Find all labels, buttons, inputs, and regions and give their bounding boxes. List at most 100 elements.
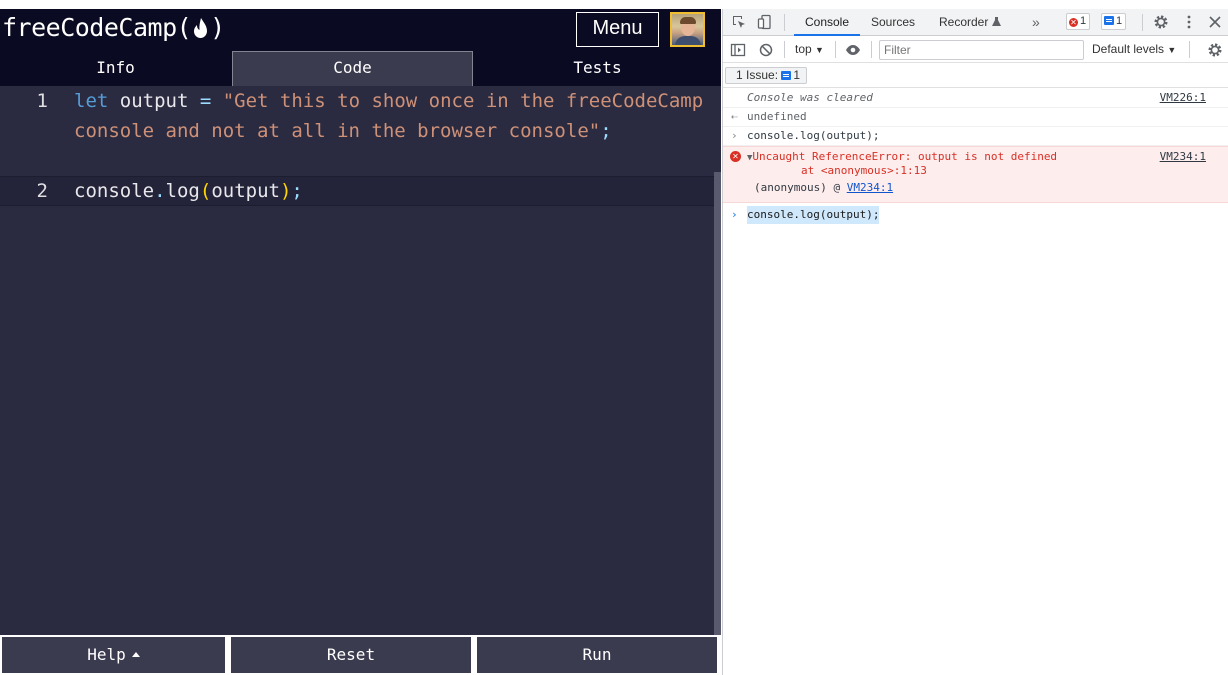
- devtools-toolbar: Console Sources Recorder » ✕ 1 1: [723, 9, 1228, 36]
- stack-frame: (anonymous) @ VM234:1: [754, 181, 893, 195]
- line-code[interactable]: let output = "Get this to show once in t…: [74, 87, 714, 146]
- stack-at: @: [833, 181, 841, 194]
- devtools-tab-recorder[interactable]: Recorder: [939, 9, 1002, 36]
- console-row-error[interactable]: ✕ ▼Uncaught ReferenceError: output is no…: [723, 146, 1228, 203]
- devtools-tab-console[interactable]: Console: [794, 9, 860, 36]
- gear-icon[interactable]: [1153, 14, 1169, 30]
- action-bar: Help Reset Run: [0, 635, 721, 675]
- line-number: 1: [36, 90, 48, 112]
- flask-icon: [992, 10, 1002, 36]
- console-prompt-text[interactable]: console.log(output);: [747, 206, 880, 224]
- code-line-2[interactable]: 2 console.log(output);: [0, 176, 715, 206]
- menu-button[interactable]: Menu: [576, 12, 659, 47]
- fcc-tabs: Info Code Tests: [0, 51, 721, 86]
- console-input-text: console.log(output);: [747, 129, 880, 142]
- code-object: console: [74, 180, 155, 202]
- console-row-input: › console.log(output);: [723, 127, 1228, 146]
- code-dot: .: [154, 180, 166, 202]
- recorder-label: Recorder: [939, 15, 989, 29]
- error-icon: ✕: [1069, 18, 1078, 27]
- tab-info[interactable]: Info: [0, 51, 231, 86]
- toolbar-separator: [1142, 14, 1143, 31]
- code-line-1[interactable]: 1 let output = "Get this to show once in…: [0, 87, 715, 176]
- issue-message-icon: [781, 71, 792, 80]
- tab-tests[interactable]: Tests: [474, 51, 721, 86]
- console-prompt[interactable]: › console.log(output);: [723, 206, 1228, 225]
- code-method: log: [165, 180, 200, 202]
- error-location: at <anonymous>:1:13: [801, 164, 927, 177]
- error-count-badge[interactable]: ✕ 1: [1066, 13, 1091, 30]
- help-label: Help: [87, 645, 126, 664]
- message-count: 1: [1116, 15, 1123, 27]
- console-result-text: undefined: [747, 110, 807, 123]
- reset-button[interactable]: Reset: [229, 635, 473, 675]
- result-arrow-icon: ⇠: [731, 110, 738, 123]
- eye-icon[interactable]: [845, 42, 861, 58]
- issues-bar: 1 Issue: 1: [723, 64, 1228, 88]
- toolbar-separator: [835, 41, 836, 58]
- fcc-logo[interactable]: freeCodeCamp(): [2, 13, 225, 45]
- log-levels-select[interactable]: Default levels ▼: [1092, 42, 1176, 56]
- code-argument: output: [211, 180, 280, 202]
- chevron-right-icon: ›: [731, 129, 738, 142]
- more-tabs-icon[interactable]: »: [1032, 9, 1040, 36]
- console-filter-bar: top ▼ Default levels ▼: [723, 37, 1228, 63]
- issues-count: 1: [793, 68, 801, 82]
- log-levels-label: Default levels: [1092, 42, 1165, 56]
- line-number: 2: [36, 180, 48, 202]
- stack-function: (anonymous): [754, 181, 827, 194]
- context-value: top: [795, 42, 812, 56]
- line-code[interactable]: console.log(output);: [74, 177, 714, 207]
- devtools-tab-sources[interactable]: Sources: [871, 9, 915, 36]
- avatar-hair: [680, 17, 696, 24]
- error-main-text: Uncaught ReferenceError: output is not d…: [752, 150, 1058, 163]
- issues-button[interactable]: 1 Issue: 1: [725, 67, 808, 84]
- console-filter-input[interactable]: [879, 40, 1084, 60]
- toolbar-separator: [784, 14, 785, 31]
- run-button[interactable]: Run: [475, 635, 719, 675]
- code-keyword: let: [74, 90, 109, 112]
- context-select[interactable]: top ▼: [795, 42, 824, 56]
- issues-label: 1 Issue:: [736, 68, 779, 82]
- console-cleared-text: Console was cleared: [747, 91, 873, 104]
- avatar[interactable]: [670, 12, 705, 47]
- caret-up-icon: [131, 652, 140, 657]
- sidebar-toggle-icon[interactable]: [730, 42, 746, 58]
- close-icon[interactable]: [1207, 14, 1223, 30]
- code-identifier: output: [108, 90, 200, 112]
- clear-console-icon[interactable]: [758, 42, 774, 58]
- error-message[interactable]: ▼Uncaught ReferenceError: output is not …: [747, 150, 1057, 165]
- stack-link[interactable]: VM234:1: [847, 181, 893, 194]
- fcc-app: freeCodeCamp() Menu Info Code Tests 1 le…: [0, 9, 721, 675]
- prompt-chevron-icon: ›: [731, 208, 738, 221]
- dropdown-arrow-icon: ▼: [815, 45, 824, 55]
- toolbar-separator: [1189, 41, 1190, 58]
- console-row-result: ⇠ undefined: [723, 108, 1228, 127]
- error-count: 1: [1080, 15, 1087, 27]
- code-semicolon: ;: [600, 119, 612, 142]
- editor-scrollbar[interactable]: [714, 172, 721, 644]
- tab-code[interactable]: Code: [232, 51, 473, 86]
- code-paren-close: ): [279, 180, 292, 202]
- devtools-panel: Console Sources Recorder » ✕1 1 top ▼ De…: [722, 9, 1228, 675]
- console-row-cleared: Console was cleared VM226:1: [723, 89, 1228, 108]
- message-icon: [1104, 16, 1114, 25]
- fcc-navbar: freeCodeCamp() Menu: [0, 9, 721, 51]
- console-settings-gear-icon[interactable]: [1207, 42, 1223, 58]
- error-source-link[interactable]: VM234:1: [1160, 150, 1206, 164]
- message-count-badge[interactable]: 1: [1101, 13, 1127, 30]
- toolbar-separator: [871, 41, 872, 58]
- kebab-menu-icon[interactable]: [1181, 14, 1197, 30]
- console-source-link[interactable]: VM226:1: [1160, 89, 1206, 107]
- dropdown-arrow-icon: ▼: [1167, 45, 1177, 55]
- help-button[interactable]: Help: [0, 635, 227, 675]
- error-icon: ✕: [730, 151, 741, 162]
- logo-close: ): [210, 13, 225, 42]
- toolbar-separator: [784, 41, 785, 58]
- code-semicolon: ;: [291, 180, 303, 202]
- inspect-element-icon[interactable]: [731, 14, 747, 30]
- code-operator: =: [199, 90, 212, 112]
- device-toolbar-icon[interactable]: [757, 14, 773, 30]
- avatar-shirt: [675, 36, 701, 45]
- code-editor[interactable]: 1 let output = "Get this to show once in…: [0, 86, 721, 644]
